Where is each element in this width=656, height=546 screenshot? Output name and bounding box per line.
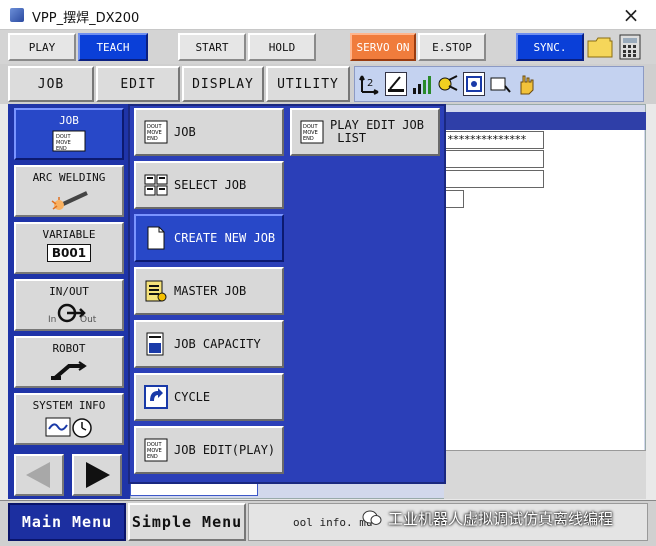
- close-button[interactable]: ×: [618, 2, 644, 28]
- signal-icon: [411, 72, 433, 96]
- arrow-right-icon: [86, 462, 110, 488]
- main-menu-system-info[interactable]: SYSTEM INFO: [14, 393, 124, 445]
- arc-welding-label: ARC WELDING: [32, 171, 106, 184]
- system-info-label: SYSTEM INFO: [32, 399, 106, 412]
- welding-icon: [437, 72, 459, 96]
- tab-edit[interactable]: EDIT: [96, 66, 180, 102]
- status-icon-bar: 2: [354, 66, 644, 102]
- prev-page-button[interactable]: [14, 454, 64, 496]
- submenu-job-capacity-label: JOB CAPACITY: [174, 336, 261, 351]
- cycle-icon: [463, 72, 485, 96]
- job-file-icon: DOUTMOVEEND: [144, 120, 168, 144]
- submenu-create-new-job-label: CREATE NEW JOB: [174, 230, 276, 245]
- content-header: [440, 112, 646, 130]
- main-menu-job[interactable]: JOB DOUT MOVE END: [14, 108, 124, 160]
- submenu-cycle[interactable]: CYCLE: [134, 373, 284, 421]
- main-menu-button[interactable]: Main Menu: [8, 503, 126, 541]
- main-menu-robot[interactable]: ROBOT: [14, 336, 124, 388]
- submenu-master-job[interactable]: MASTER JOB: [134, 267, 284, 315]
- robot-arm-icon: [16, 358, 122, 385]
- submenu-job-label: JOB: [174, 124, 196, 139]
- in-out-label: IN/OUT: [49, 285, 89, 298]
- system-info-icon: [16, 415, 122, 442]
- submenu-select-job-label: SELECT JOB: [174, 177, 247, 192]
- watermark-text: 工业机器人虚拟调试仿真离线编程: [388, 509, 614, 528]
- arc-welding-icon: [16, 187, 122, 214]
- hold-button[interactable]: HOLD: [248, 33, 316, 61]
- tab-utility[interactable]: UTILITY: [266, 66, 350, 102]
- next-page-button[interactable]: [72, 454, 122, 496]
- calculator-icon[interactable]: [616, 33, 644, 61]
- job-capacity-icon: [146, 332, 164, 356]
- submenu-cycle-label: CYCLE: [174, 389, 211, 404]
- out-label: Out: [80, 315, 97, 325]
- content-footer: [444, 450, 646, 499]
- new-file-icon: [147, 226, 165, 250]
- arrow-left-icon: [26, 462, 50, 488]
- app-icon: [10, 8, 24, 22]
- main-menu-variable[interactable]: VARIABLE B001: [14, 222, 124, 274]
- submenu-job-edit-play[interactable]: DOUT MOVE END JOB EDIT(PLAY): [134, 426, 284, 474]
- wechat-icon: [362, 510, 382, 525]
- submenu-job-capacity[interactable]: JOB CAPACITY: [134, 320, 284, 368]
- servo-on-button[interactable]: SERVO ON: [350, 33, 416, 61]
- teach-button[interactable]: TEACH: [78, 33, 148, 61]
- submenu-job[interactable]: DOUT MOVE END JOB: [134, 108, 284, 156]
- variable-value: B001: [47, 244, 91, 262]
- in-out-icon: In Out: [34, 301, 104, 327]
- start-button[interactable]: START: [178, 33, 246, 61]
- svg-text:END: END: [303, 136, 314, 142]
- watermark: 工业机器人虚拟调试仿真离线编程: [362, 506, 652, 530]
- sync-button[interactable]: SYNC.: [516, 33, 584, 61]
- svg-text:END: END: [147, 136, 158, 142]
- job-file-icon: DOUTMOVEEND: [300, 120, 324, 144]
- coordinate-icon: 2: [359, 72, 381, 96]
- robot-label: ROBOT: [52, 342, 86, 355]
- submenu-select-job[interactable]: SELECT JOB: [134, 161, 284, 209]
- simple-menu-button[interactable]: Simple Menu: [128, 503, 246, 541]
- play-button[interactable]: PLAY: [8, 33, 76, 61]
- main-menu-in-out[interactable]: IN/OUT In Out: [14, 279, 124, 331]
- folder-icon[interactable]: [586, 33, 614, 61]
- job-file-icon: DOUTMOVEEND: [16, 130, 122, 155]
- select-job-icon: [144, 174, 168, 196]
- job-file-icon: DOUTMOVEEND: [144, 438, 168, 462]
- submenu-master-job-label: MASTER JOB: [174, 283, 247, 298]
- window-title: VPP_摆焊_DX200: [32, 11, 140, 26]
- main-menu-job-label: JOB: [59, 114, 79, 127]
- in-label: In: [48, 315, 57, 325]
- submenu-job-edit-play-label: JOB EDIT(PLAY): [174, 442, 276, 457]
- svg-text:END: END: [147, 454, 158, 460]
- tab-display[interactable]: DISPLAY: [182, 66, 264, 102]
- content-field-3[interactable]: [444, 170, 544, 188]
- svg-text:END: END: [56, 146, 67, 152]
- hand-icon: [515, 72, 537, 96]
- content-field-2[interactable]: [444, 150, 544, 168]
- variable-label: VARIABLE: [42, 228, 96, 241]
- svg-text:2: 2: [367, 78, 373, 89]
- submenu-play-edit-job-list[interactable]: DOUT MOVE END PLAY EDIT JOB LIST: [290, 108, 440, 156]
- page-arrows: [14, 454, 124, 496]
- edit-lock-icon: [385, 72, 407, 96]
- main-menu-arc-welding[interactable]: ARC WELDING: [14, 165, 124, 217]
- masked-field[interactable]: **************: [444, 131, 544, 149]
- tab-job[interactable]: JOB: [8, 66, 94, 102]
- submenu-play-edit-job-list-label: PLAY EDIT JOB LIST: [330, 118, 424, 145]
- content-field-4[interactable]: [444, 190, 464, 208]
- submenu-create-new-job[interactable]: CREATE NEW JOB: [134, 214, 284, 262]
- camera-icon: [489, 72, 511, 96]
- master-job-icon: [145, 280, 167, 302]
- estop-button[interactable]: E.STOP: [418, 33, 486, 61]
- cycle-icon: [144, 385, 168, 409]
